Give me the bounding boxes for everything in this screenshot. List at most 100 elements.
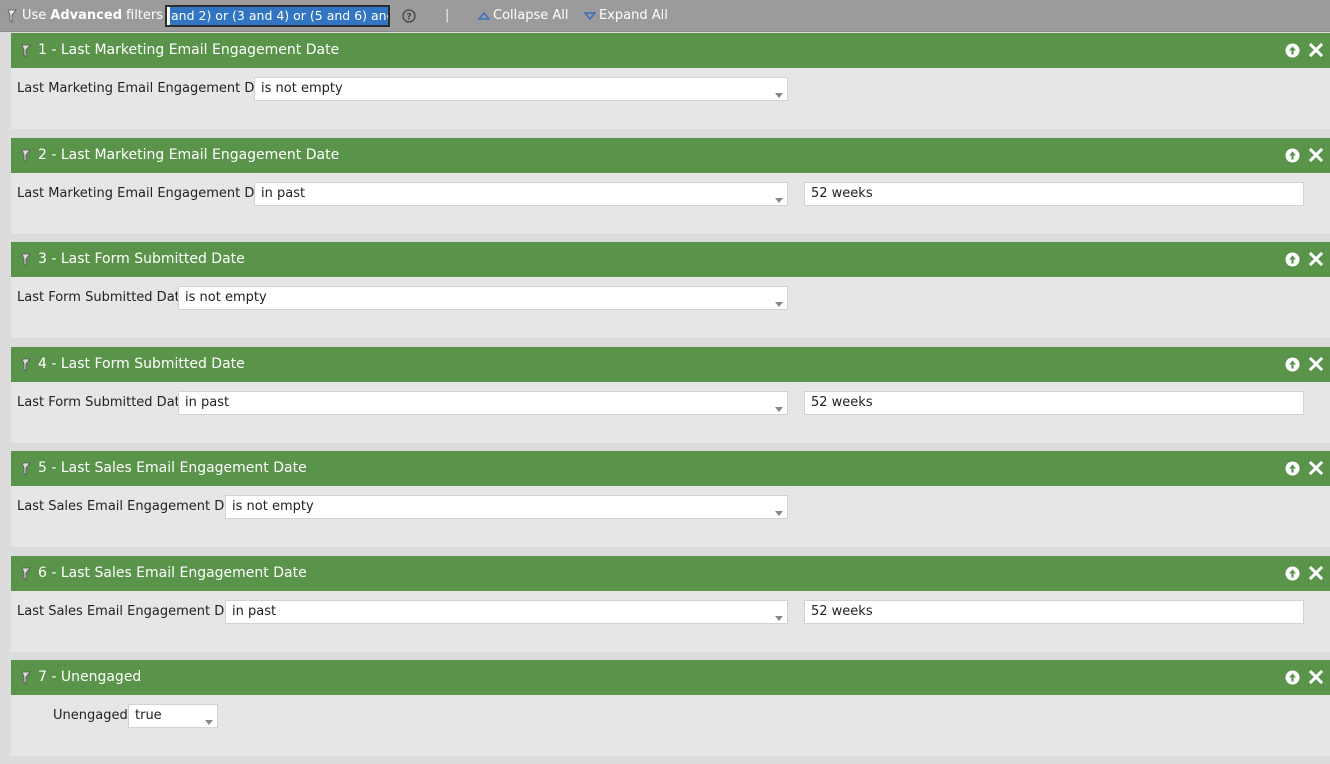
drag-handle-icon[interactable] (20, 149, 32, 167)
value-input[interactable]: 52 weeks (804, 182, 1304, 206)
filter-panel-header[interactable]: 7 - Unengaged (11, 660, 1330, 695)
filter-icon (6, 9, 18, 23)
close-icon[interactable] (1308, 356, 1324, 372)
dropdown-arrow-icon (775, 505, 783, 520)
advanced-label: Advanced (50, 8, 122, 23)
filter-panel-7: 7 - Unengaged Unengaged: true (11, 660, 1330, 756)
expand-all-button[interactable]: Expand All (584, 0, 668, 31)
filter-title: 2 - Last Marketing Email Engagement Date (38, 147, 340, 163)
filter-panel-header[interactable]: 5 - Last Sales Email Engagement Date (11, 451, 1330, 486)
filter-title: 4 - Last Form Submitted Date (38, 356, 245, 372)
field-label: Last Sales Email Engagement Date: (17, 604, 250, 619)
drag-handle-icon[interactable] (20, 253, 32, 271)
dropdown-arrow-icon (775, 401, 783, 416)
filter-title: 6 - Last Sales Email Engagement Date (38, 565, 307, 581)
move-up-icon[interactable] (1285, 670, 1300, 685)
filter-panel-header[interactable]: 1 - Last Marketing Email Engagement Date (11, 33, 1330, 68)
operator-value: in past (261, 186, 306, 201)
operator-value: is not empty (232, 499, 314, 514)
operator-value: true (135, 708, 162, 723)
field-label: Last Marketing Email Engagement Date: (17, 81, 280, 96)
filter-condition-row: Unengaged: true (11, 704, 1330, 728)
filter-panel-2: 2 - Last Marketing Email Engagement Date… (11, 138, 1330, 234)
value-text: 52 weeks (811, 395, 873, 410)
filter-title: 3 - Last Form Submitted Date (38, 251, 245, 267)
filter-panel-header[interactable]: 6 - Last Sales Email Engagement Date (11, 556, 1330, 591)
operator-select[interactable]: true (128, 704, 218, 728)
field-label: Last Sales Email Engagement Date: (17, 499, 250, 514)
close-icon[interactable] (1308, 147, 1324, 163)
operator-select[interactable]: is not empty (225, 495, 788, 519)
operator-select[interactable]: in past (254, 182, 788, 206)
dropdown-arrow-icon (775, 610, 783, 625)
toolbar-separator: | (445, 8, 450, 23)
close-icon[interactable] (1308, 669, 1324, 685)
filter-panel-header[interactable]: 4 - Last Form Submitted Date (11, 347, 1330, 382)
field-label: Last Form Submitted Date: (17, 290, 193, 305)
drag-handle-icon[interactable] (20, 44, 32, 62)
move-up-icon[interactable] (1285, 566, 1300, 581)
value-input[interactable]: 52 weeks (804, 600, 1304, 624)
svg-text:?: ? (406, 12, 411, 22)
dropdown-arrow-icon (775, 192, 783, 207)
dropdown-arrow-icon (775, 296, 783, 311)
filter-panel-5: 5 - Last Sales Email Engagement Date Las… (11, 451, 1330, 547)
filter-title: 1 - Last Marketing Email Engagement Date (38, 42, 340, 58)
dropdown-arrow-icon (775, 87, 783, 102)
drag-handle-icon[interactable] (20, 567, 32, 585)
filter-condition-row: Last Sales Email Engagement Date: in pas… (11, 600, 1330, 624)
field-label: Last Marketing Email Engagement Date: (17, 186, 280, 201)
filters-label: filters (126, 8, 164, 23)
filter-panel-1: 1 - Last Marketing Email Engagement Date… (11, 33, 1330, 129)
value-text: 52 weeks (811, 186, 873, 201)
filter-condition-row: Last Marketing Email Engagement Date: is… (11, 77, 1330, 101)
close-icon[interactable] (1308, 251, 1324, 267)
operator-select[interactable]: in past (178, 391, 788, 415)
close-icon[interactable] (1308, 565, 1324, 581)
advanced-logic-input[interactable]: and 2) or (3 and 4) or (5 and 6) and 7 (165, 5, 390, 27)
filter-title: 7 - Unengaged (38, 669, 142, 685)
filter-title: 5 - Last Sales Email Engagement Date (38, 460, 307, 476)
move-up-icon[interactable] (1285, 357, 1300, 372)
filter-panel-3: 3 - Last Form Submitted Date Last Form S… (11, 242, 1330, 338)
operator-select[interactable]: in past (225, 600, 788, 624)
drag-handle-icon[interactable] (20, 671, 32, 689)
field-label: Unengaged: (53, 708, 133, 723)
move-up-icon[interactable] (1285, 43, 1300, 58)
dropdown-arrow-icon (205, 714, 213, 729)
filter-condition-row: Last Form Submitted Date: is not empty (11, 286, 1330, 310)
operator-value: is not empty (185, 290, 267, 305)
filter-panel-4: 4 - Last Form Submitted Date Last Form S… (11, 347, 1330, 443)
filter-toolbar: Use Advanced filters ▼ and 2) or (3 and … (0, 0, 1330, 32)
collapse-all-icon (478, 11, 490, 21)
move-up-icon[interactable] (1285, 461, 1300, 476)
operator-select[interactable]: is not empty (254, 77, 788, 101)
operator-value: is not empty (261, 81, 343, 96)
operator-select[interactable]: is not empty (178, 286, 788, 310)
collapse-all-label: Collapse All (493, 8, 569, 23)
value-text: 52 weeks (811, 604, 873, 619)
filter-condition-row: Last Marketing Email Engagement Date: in… (11, 182, 1330, 206)
filter-panel-header[interactable]: 3 - Last Form Submitted Date (11, 242, 1330, 277)
move-up-icon[interactable] (1285, 252, 1300, 267)
close-icon[interactable] (1308, 460, 1324, 476)
expand-all-label: Expand All (599, 8, 668, 23)
field-label: Last Form Submitted Date: (17, 395, 193, 410)
use-label: Use (22, 8, 47, 23)
filter-panel-6: 6 - Last Sales Email Engagement Date Las… (11, 556, 1330, 652)
operator-value: in past (185, 395, 230, 410)
drag-handle-icon[interactable] (20, 462, 32, 480)
move-up-icon[interactable] (1285, 148, 1300, 163)
operator-value: in past (232, 604, 277, 619)
help-icon[interactable]: ? (402, 0, 416, 31)
filter-condition-row: Last Form Submitted Date: in past 52 wee… (11, 391, 1330, 415)
advanced-filters-toggle[interactable]: Use Advanced filters ▼ (6, 0, 176, 31)
filter-condition-row: Last Sales Email Engagement Date: is not… (11, 495, 1330, 519)
logic-input-value: and 2) or (3 and 4) or (5 and 6) and 7 (170, 7, 388, 25)
drag-handle-icon[interactable] (20, 358, 32, 376)
value-input[interactable]: 52 weeks (804, 391, 1304, 415)
filter-panel-header[interactable]: 2 - Last Marketing Email Engagement Date (11, 138, 1330, 173)
close-icon[interactable] (1308, 42, 1324, 58)
expand-all-icon (584, 11, 596, 21)
collapse-all-button[interactable]: Collapse All (478, 0, 569, 31)
